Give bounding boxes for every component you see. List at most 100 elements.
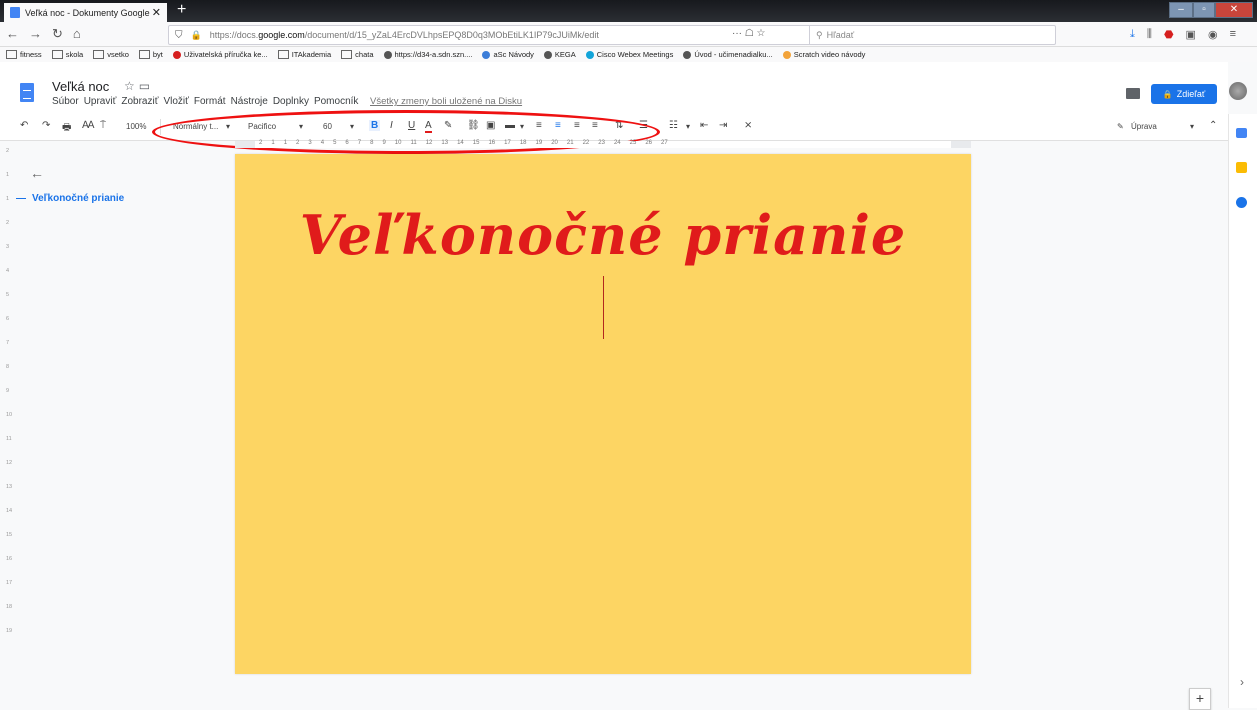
title-icons: ☆▭ [124,79,154,93]
bookmark-item[interactable]: Uživatelská příručka ke... [172,50,268,59]
close-window-button[interactable]: ✕ [1215,2,1253,18]
maximize-button[interactable]: ▫ [1193,2,1215,18]
extension-icon[interactable]: ◉ [1208,28,1218,41]
back-icon[interactable]: ← [6,26,19,42]
avatar[interactable] [1229,82,1247,100]
menu-item[interactable]: Zobraziť [121,96,158,107]
ruler-number: 2 [296,140,300,146]
bookmark-item[interactable]: ITAkademia [277,50,331,59]
bookmark-item[interactable]: fitness [6,50,42,59]
menu-item[interactable]: Pomocník [314,96,358,107]
chevron-down-icon[interactable]: ▾ [1190,122,1194,131]
decrease-indent-icon[interactable]: ⇤ [700,120,708,131]
calendar-icon[interactable] [1236,128,1247,138]
bookmark-item[interactable]: aSc Návody [482,50,534,59]
ruler-number: 14 [457,140,464,146]
bookmark-label: Scratch video návody [793,50,866,59]
reader-icon[interactable]: ▣ [1186,28,1196,41]
tracking-shield-icon[interactable]: ⛉ [175,30,183,41]
zoom-select[interactable]: 100% [126,122,146,131]
bookmark-item[interactable]: skola [51,50,83,59]
downloads-icon[interactable]: ⤓ [1130,28,1135,41]
redo-icon[interactable]: ↷ [42,120,50,131]
menu-item[interactable]: Upraviť [84,96,117,107]
ruler-number: 14 [6,508,13,514]
url-text[interactable]: https://docs.google.com/document/d/15_yZ… [210,30,599,40]
bookmark-item[interactable]: chata [341,50,374,59]
lock-icon[interactable]: 🔒 [191,30,202,41]
menu-item[interactable]: Doplnky [273,96,309,107]
new-tab-button[interactable]: + [177,1,186,19]
bookmark-item[interactable]: byt [138,50,163,59]
minimize-button[interactable]: – [1169,2,1193,18]
bookmark-item[interactable]: Cisco Webex Meetings [585,50,673,59]
ruler-number: 10 [6,412,13,418]
bookmark-item[interactable]: https://d34-a.sdn.szn.... [383,50,472,59]
ruler-number: 1 [6,196,10,202]
menu-item[interactable]: Vložiť [163,96,188,107]
forward-icon[interactable]: → [29,26,42,42]
keep-icon[interactable] [1236,162,1247,173]
folder-icon [93,50,105,59]
horizontal-ruler[interactable]: 2 1 1 2 3 4 5 6 7 8 9 10 11 12 13 14 15 16 17 18 19 20 21 22 23 2… [235,140,971,148]
print-icon[interactable]: 🖶 [62,120,71,137]
menu-icon[interactable]: ≡ [1230,28,1236,41]
ruler-number: 25 [629,140,637,146]
increase-indent-icon[interactable]: ⇥ [719,120,727,131]
ruler-number: 20 [551,140,558,146]
bookmark-item[interactable]: Úvod - učimenadialku... [683,50,773,59]
paint-format-icon[interactable]: ⍑ [100,120,106,131]
browser-tab[interactable]: Veľká noc - Dokumenty Google ✕ [4,3,167,22]
undo-icon[interactable]: ↶ [20,120,28,131]
menu-item[interactable]: Súbor [52,96,79,107]
bookmark-item[interactable]: vsetko [93,50,129,59]
edit-mode-select[interactable]: Úprava [1131,122,1157,131]
menu-item[interactable]: Nástroje [231,96,268,107]
move-folder-icon[interactable]: ▭ [139,79,154,93]
share-button[interactable]: 🔒 Zdieľať [1151,84,1217,104]
ruler-number: 22 [582,140,590,146]
edit-mode-icon[interactable]: ✎ [1117,122,1124,131]
clear-formatting-icon[interactable]: ⨯ [744,120,752,131]
chevron-down-icon[interactable]: ▾ [686,122,690,131]
star-icon[interactable]: ☆ [124,79,139,93]
folder-icon [138,50,150,59]
bulleted-list-icon[interactable]: ☷ [669,120,678,131]
docs-logo-icon[interactable] [20,83,34,102]
ruler-number: 7 [6,340,10,346]
ruler-number: 6 [6,316,10,322]
bookmark-item[interactable]: Scratch video návody [782,50,866,59]
spellcheck-icon[interactable]: Ꜳ [82,120,95,131]
search-field[interactable]: ⚲ Hľadať [809,26,1054,44]
page-actions-icon[interactable]: ··· ☖ ☆ [732,28,765,39]
save-status[interactable]: Všetky zmeny boli uložené na Disku [370,96,522,107]
vertical-ruler[interactable]: 2 1 1 2 3 4 5 6 7 8 9 10 11 12 13 14 15 16 17 18 19 [6,148,14,708]
close-outline-icon[interactable]: ← [30,165,44,181]
document-title[interactable]: Veľká noc [52,79,109,94]
tasks-icon[interactable] [1236,197,1247,208]
adblock-icon[interactable]: ⬣ [1164,28,1174,41]
docs-favicon-icon [10,7,20,18]
comments-icon[interactable] [1126,88,1140,99]
site-icon [383,50,392,59]
collapse-menus-icon[interactable]: ⌃ [1209,120,1217,131]
window-controls: – ▫ ✕ [1169,2,1253,18]
bookmark-item[interactable]: KEGA [543,50,576,59]
document-heading[interactable]: Veľkonočné prianie [235,203,971,267]
reload-icon[interactable]: ↻ [52,26,63,42]
ruler-number: 11 [410,140,417,146]
home-icon[interactable]: ⌂ [73,26,81,42]
outline-heading[interactable]: — Veľkonočné prianie [16,193,124,204]
explore-button[interactable]: + [1189,688,1211,710]
tab-close-icon[interactable]: ✕ [152,6,161,19]
chevron-right-icon[interactable]: › [1240,675,1244,689]
menu-item[interactable]: Formát [194,96,226,107]
ruler-number: 12 [425,140,433,146]
library-icon[interactable]: ⫼ [1147,28,1152,41]
ruler-number: 13 [441,140,449,146]
site-icon [543,50,552,59]
site-icon [585,50,594,59]
ruler-number: 2 [259,140,263,146]
bookmark-label: Uživatelská příručka ke... [183,50,268,59]
address-bar[interactable]: ⛉ 🔒 https://docs.google.com/document/d/1… [168,25,1056,45]
